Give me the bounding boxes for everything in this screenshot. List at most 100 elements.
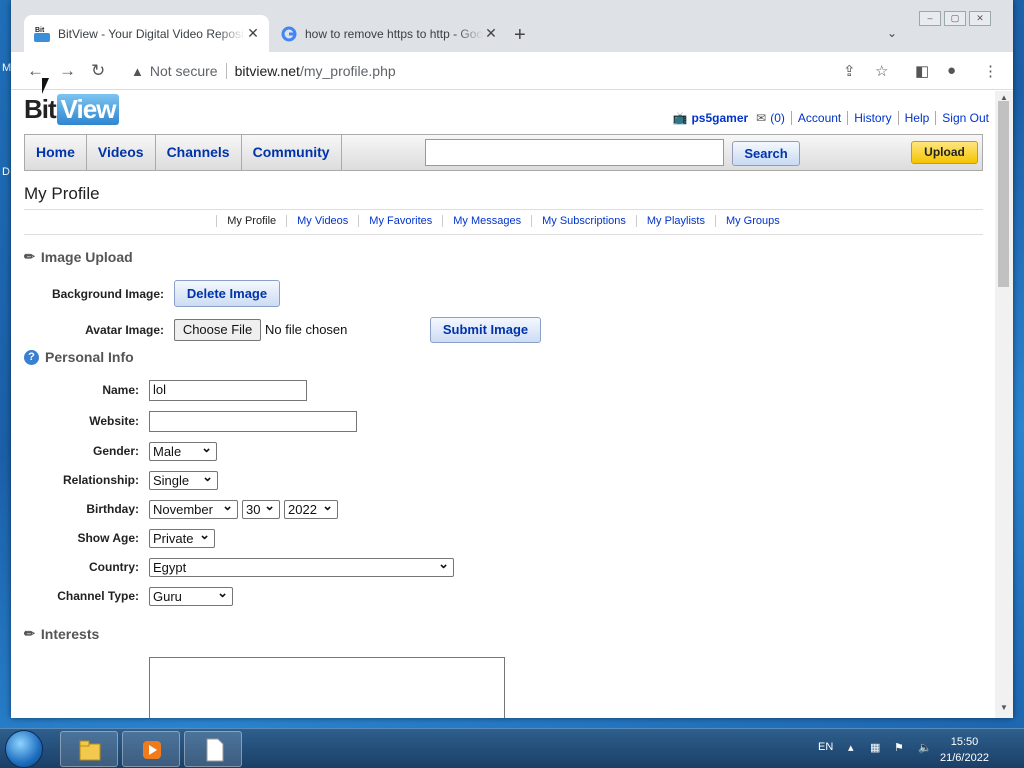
tab-google[interactable]: how to remove https to http - Google Sea… xyxy=(271,15,507,52)
kebab-menu-icon[interactable]: ⋮ xyxy=(983,62,998,80)
channel-type-select[interactable]: Guru xyxy=(149,584,233,606)
subnav-my-subscriptions[interactable]: My Subscriptions xyxy=(531,215,636,227)
search-button[interactable]: Search xyxy=(732,141,800,166)
browser-window: Bit BitView - Your Digital Video Reposit… xyxy=(11,0,1013,718)
username-link[interactable]: ps5gamer xyxy=(691,111,756,125)
show-hidden-icons-icon[interactable]: ▴ xyxy=(848,741,854,754)
submit-image-button[interactable]: Submit Image xyxy=(430,317,541,343)
close-window-icon[interactable]: ✕ xyxy=(969,11,991,26)
gender-select[interactable]: Male xyxy=(149,439,217,461)
relationship-select[interactable]: Single xyxy=(149,468,218,490)
action-center-icon[interactable]: ⚑ xyxy=(894,741,904,754)
gender-label: Gender: xyxy=(92,444,139,458)
user-links: 📺 ps5gamer ✉ (0) Account History Help Si… xyxy=(673,111,995,125)
name-input[interactable]: lol xyxy=(149,380,307,401)
url-path: /my_profile.php xyxy=(299,63,396,79)
svg-text:Bit: Bit xyxy=(35,27,45,34)
taskbar-explorer[interactable] xyxy=(60,731,118,767)
choose-file-button[interactable]: Choose File xyxy=(174,319,261,341)
start-button-icon[interactable] xyxy=(5,730,43,768)
section-title: Personal Info xyxy=(45,349,134,365)
google-favicon-icon xyxy=(281,26,297,41)
time: 15:50 xyxy=(950,736,979,748)
name-label: Name: xyxy=(102,383,139,397)
delete-image-button[interactable]: Delete Image xyxy=(174,280,280,307)
tab-search-chevron-icon[interactable]: ⌄ xyxy=(887,26,897,40)
close-tab-icon[interactable]: ✕ xyxy=(483,25,499,42)
clock[interactable]: 15:50 21/6/2022 xyxy=(940,734,989,766)
logo-view-text: View xyxy=(56,94,120,125)
subnav-my-favorites[interactable]: My Favorites xyxy=(358,215,443,227)
sign-out-link[interactable]: Sign Out xyxy=(935,111,995,125)
image-upload-heading: ✏ Image Upload xyxy=(24,249,133,265)
subnav-my-playlists[interactable]: My Playlists xyxy=(635,215,715,227)
mail-count[interactable]: (0) xyxy=(770,111,791,125)
volume-icon[interactable]: 🔈 xyxy=(918,741,932,754)
subnav-my-videos[interactable]: My Videos xyxy=(286,215,359,227)
show-age-label: Show Age: xyxy=(77,531,139,545)
url-host: bitview.net xyxy=(234,63,300,79)
subnav-my-messages[interactable]: My Messages xyxy=(442,215,532,227)
show-age-select[interactable]: Private xyxy=(149,526,215,548)
history-link[interactable]: History xyxy=(847,111,897,125)
upload-button[interactable]: Upload xyxy=(911,141,978,164)
desktop-text-m: M xyxy=(2,62,12,74)
scroll-down-icon[interactable]: ▼ xyxy=(1000,703,1008,712)
mouse-pointer-icon xyxy=(42,78,49,94)
channel-type-label: Channel Type: xyxy=(57,589,139,603)
share-icon[interactable]: ⇪ xyxy=(843,62,856,80)
page-title: My Profile xyxy=(24,184,100,203)
birthday-day-select[interactable]: 30 xyxy=(242,497,280,519)
warning-triangle-icon[interactable]: ▲ xyxy=(131,64,144,79)
help-link[interactable]: Help xyxy=(897,111,936,125)
side-panel-icon[interactable]: ◧ xyxy=(915,62,929,80)
reload-icon[interactable]: ↻ xyxy=(91,61,105,81)
subnav-my-groups[interactable]: My Groups xyxy=(714,215,790,227)
nav-community[interactable]: Community xyxy=(242,135,342,170)
maximize-icon[interactable]: ▢ xyxy=(944,11,966,26)
divider xyxy=(24,234,983,235)
section-title: Image Upload xyxy=(40,249,133,265)
section-title: Interests xyxy=(40,626,100,642)
nav-home[interactable]: Home xyxy=(25,135,87,170)
nav-videos[interactable]: Videos xyxy=(87,135,156,170)
taskbar-media-player[interactable] xyxy=(122,731,180,767)
nav-channels[interactable]: Channels xyxy=(156,135,242,170)
birthday-label: Birthday: xyxy=(86,502,139,516)
tab-strip: Bit BitView - Your Digital Video Reposit… xyxy=(11,0,1013,52)
language-indicator[interactable]: EN xyxy=(818,741,833,753)
tab-bitview[interactable]: Bit BitView - Your Digital Video Reposit… xyxy=(24,15,269,52)
vertical-scrollbar[interactable]: ▲ ▼ xyxy=(995,91,1013,718)
avatar-image-label: Avatar Image: xyxy=(85,323,164,337)
account-link[interactable]: Account xyxy=(790,111,847,125)
birthday-month-select[interactable]: November xyxy=(149,497,238,519)
birthday-year-select[interactable]: 2022 xyxy=(284,497,338,519)
minimize-icon[interactable]: – xyxy=(919,11,941,26)
document-icon xyxy=(206,738,224,762)
date: 21/6/2022 xyxy=(940,752,989,764)
forward-arrow-icon[interactable]: → xyxy=(59,61,76,81)
bookmark-star-icon[interactable]: ☆ xyxy=(875,62,888,80)
close-tab-icon[interactable]: ✕ xyxy=(245,25,261,42)
address-bar[interactable]: ▲ Not secure bitview.net/my_profile.php xyxy=(123,56,853,86)
logo-bit-text: Bit xyxy=(24,94,57,124)
profile-avatar-icon[interactable]: ● xyxy=(947,62,956,79)
personal-info-heading: ? Personal Info xyxy=(24,349,134,365)
subnav-my-profile[interactable]: My Profile xyxy=(216,215,287,227)
new-tab-icon[interactable]: + xyxy=(514,24,526,47)
pencil-icon: ✏ xyxy=(24,626,35,641)
taskbar: EN ▴ ▦ ⚑ 🔈 15:50 21/6/2022 xyxy=(0,728,1024,768)
page-content: Bit View 📺 ps5gamer ✉ (0) Account Histor… xyxy=(11,91,995,718)
tab-title: BitView - Your Digital Video Repository xyxy=(58,26,245,41)
search-input[interactable] xyxy=(425,139,724,166)
country-select[interactable]: Egypt xyxy=(149,555,454,577)
site-logo[interactable]: Bit View xyxy=(24,94,120,125)
network-icon[interactable]: ▦ xyxy=(870,741,880,754)
scrollbar-thumb[interactable] xyxy=(998,101,1009,287)
taskbar-document[interactable] xyxy=(184,731,242,767)
website-input[interactable] xyxy=(149,411,357,432)
mail-icon[interactable]: ✉ xyxy=(756,111,766,125)
help-question-icon: ? xyxy=(24,349,39,365)
interests-textarea[interactable] xyxy=(149,657,505,718)
website-label: Website: xyxy=(89,414,139,428)
